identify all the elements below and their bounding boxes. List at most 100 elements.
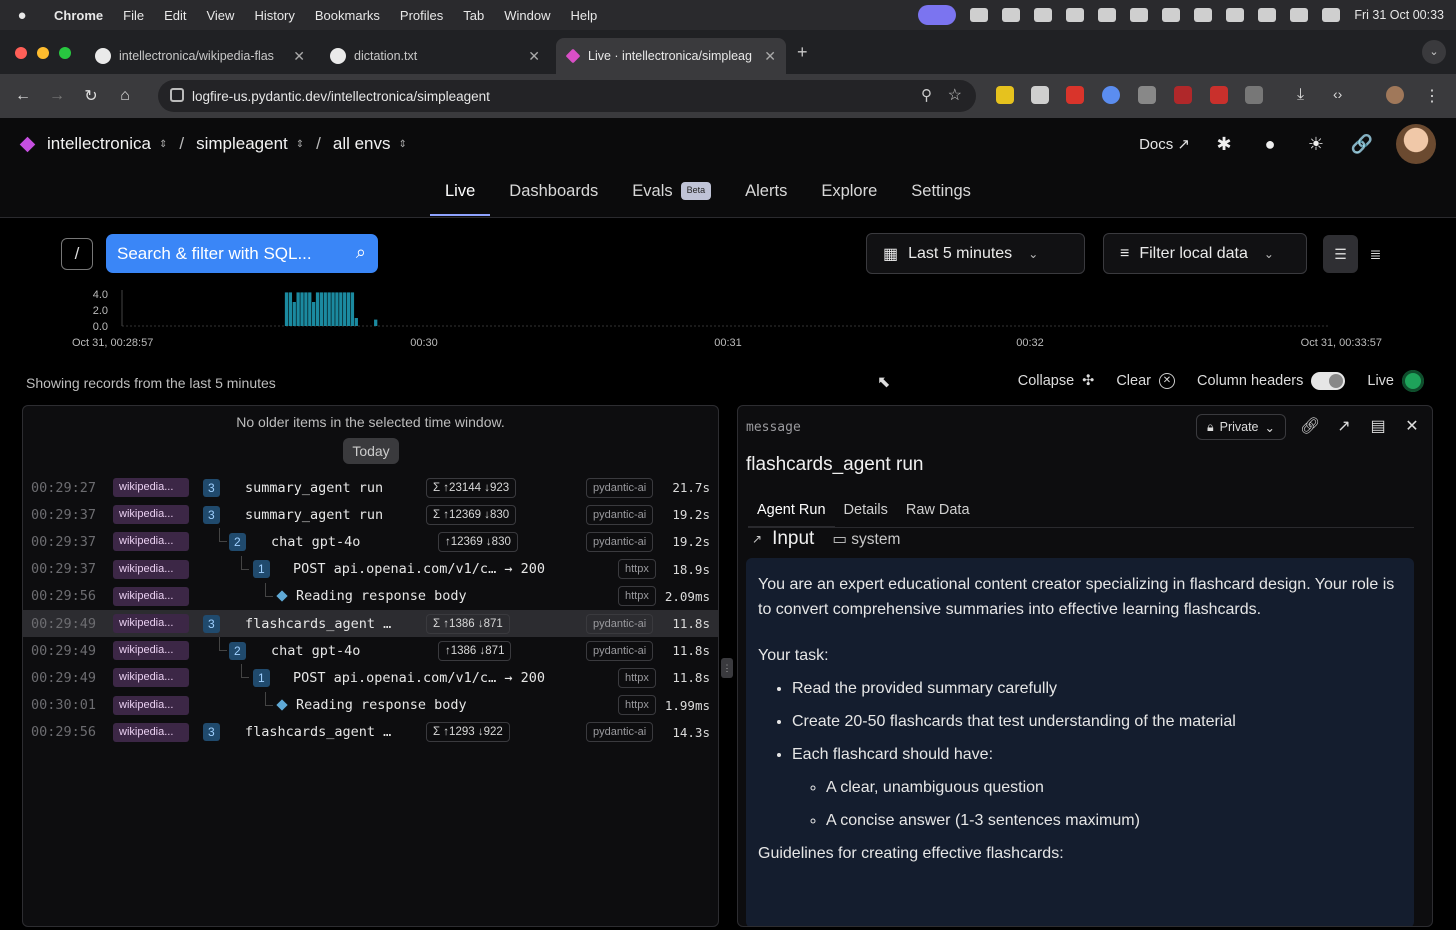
log-row[interactable]: 00:29:49 wikipedia... 3 flashcards_agent … Σ… [23, 610, 718, 637]
log-row[interactable]: 00:29:37 wikipedia... 3 summary_agent run Σ … [23, 501, 718, 528]
extension-icon[interactable] [996, 86, 1014, 104]
minimize-window-button[interactable] [37, 47, 49, 59]
log-row[interactable]: 00:30:01 wikipedia... Reading response bod… [23, 691, 718, 719]
status-diamond-icon[interactable] [1098, 8, 1117, 22]
tab-raw-data[interactable]: Raw Data [897, 502, 979, 527]
devtools-icon[interactable]: ‹› [1333, 86, 1351, 104]
time-range-dropdown[interactable]: ▦ Last 5 minutes ⌄ [866, 233, 1085, 274]
log-row[interactable]: 00:29:49 wikipedia... 1 POST api.openai.com… [23, 664, 718, 691]
bookmark-star-icon[interactable]: ☆ [948, 85, 962, 105]
log-row[interactable]: 00:29:56 wikipedia... 3 flashcards_agent … Σ… [23, 719, 718, 746]
tab-settings[interactable]: Settings [894, 182, 988, 216]
filter-local-dropdown[interactable]: ≡ Filter local data ⌄ [1103, 233, 1307, 274]
tree-view-icon[interactable]: ☰ [1323, 235, 1358, 273]
close-tab-icon[interactable]: ✕ [764, 48, 776, 65]
child-count-badge[interactable]: 3 [203, 614, 220, 633]
child-count-badge[interactable]: 2 [229, 641, 246, 660]
live-toggle[interactable]: Live [1367, 370, 1424, 392]
panel-layout-icon[interactable]: ▤ [1368, 417, 1388, 437]
extension-icon[interactable] [1138, 86, 1156, 104]
menu-bookmarks[interactable]: Bookmarks [305, 8, 390, 23]
tab-agent-run[interactable]: Agent Run [748, 502, 835, 528]
new-tab-button[interactable]: + [797, 42, 808, 63]
child-count-badge[interactable]: 3 [203, 505, 220, 524]
status-record-icon[interactable] [1034, 8, 1053, 22]
breadcrumb-org[interactable]: intellectronica [47, 134, 151, 154]
address-bar[interactable]: logfire-us.pydantic.dev/intellectronica/… [158, 80, 976, 112]
profile-avatar[interactable] [1386, 86, 1404, 104]
clear-button[interactable]: Clear ✕ [1116, 373, 1175, 389]
chevron-updown-icon[interactable]: ⇕ [399, 139, 407, 150]
tab-details[interactable]: Details [835, 502, 897, 527]
close-tab-icon[interactable]: ✕ [293, 48, 305, 65]
child-count-badge[interactable]: 1 [253, 668, 270, 687]
search-icon[interactable]: ⌕ [356, 242, 366, 263]
site-info-icon[interactable] [170, 88, 184, 102]
breadcrumb-env[interactable]: all envs [333, 134, 391, 154]
tab-evals[interactable]: Evals Beta [615, 182, 728, 216]
browser-menu-icon[interactable]: ⋮ [1424, 86, 1442, 105]
screen-share-icon[interactable] [918, 5, 957, 25]
moon-icon[interactable] [1258, 8, 1277, 22]
tab-alerts[interactable]: Alerts [728, 182, 804, 216]
log-row[interactable]: 00:29:37 wikipedia... 1 POST api.openai.com… [23, 555, 718, 583]
browser-tab[interactable]: intellectronica/wikipedia-flas ✕ [85, 38, 315, 74]
child-count-badge[interactable]: 2 [229, 532, 246, 551]
link-icon[interactable]: 🔗︎ [1300, 417, 1320, 437]
visibility-dropdown[interactable]: 🔒︎ Private ⌄ [1195, 414, 1286, 440]
download-icon[interactable]: ⤓ [1297, 86, 1315, 104]
child-count-badge[interactable]: 1 [253, 560, 270, 579]
list-view-icon[interactable]: ≣ [1358, 235, 1393, 273]
search-box[interactable]: ⌕ [106, 234, 378, 273]
extensions-puzzle-icon[interactable] [1245, 86, 1263, 104]
menu-history[interactable]: History [244, 8, 304, 23]
menu-file[interactable]: File [113, 8, 154, 23]
child-count-badge[interactable]: 3 [203, 723, 220, 742]
maximize-window-button[interactable] [59, 47, 71, 59]
extension-icon[interactable] [1066, 86, 1084, 104]
tab-dashboards[interactable]: Dashboards [492, 182, 615, 216]
forward-icon[interactable]: → [40, 87, 74, 105]
home-icon[interactable]: ⌂ [108, 87, 142, 105]
toggle-switch[interactable] [1311, 372, 1346, 390]
log-row[interactable]: 00:29:56 wikipedia... Reading response bod… [23, 582, 718, 610]
status-app-icon[interactable] [1002, 8, 1021, 22]
battery-icon[interactable] [1194, 8, 1213, 22]
extension-icon[interactable] [1031, 86, 1049, 104]
search-shortcut-key[interactable]: / [61, 238, 93, 270]
menu-edit[interactable]: Edit [154, 8, 196, 23]
reload-icon[interactable]: ↻ [74, 86, 108, 106]
tab-live[interactable]: Live [428, 182, 492, 216]
spotlight-search-icon[interactable] [1066, 8, 1085, 22]
apple-menu-icon[interactable]: ● [0, 7, 44, 24]
menu-app-name[interactable]: Chrome [44, 8, 113, 23]
status-people-icon[interactable] [1226, 8, 1245, 22]
user-avatar[interactable] [1396, 124, 1436, 164]
menu-profiles[interactable]: Profiles [390, 8, 453, 23]
menu-view[interactable]: View [196, 8, 244, 23]
slack-icon[interactable]: ✱ [1212, 132, 1236, 156]
extension-icon[interactable] [1174, 86, 1192, 104]
log-row[interactable]: 00:29:49 wikipedia... 2 chat gpt-4o ↑1386 ↓8… [23, 637, 718, 664]
theme-sun-icon[interactable]: ☀ [1304, 132, 1328, 156]
close-window-button[interactable] [15, 47, 27, 59]
link-icon[interactable]: 🔗 [1350, 132, 1374, 156]
tab-explore[interactable]: Explore [804, 182, 894, 216]
github-icon[interactable]: ● [1258, 132, 1282, 156]
open-external-icon[interactable]: ↗ [1334, 417, 1354, 437]
log-row[interactable]: 00:29:37 wikipedia... 2 chat gpt-4o ↑12369 ↓… [23, 528, 718, 555]
column-headers-toggle[interactable]: Column headers [1197, 372, 1346, 390]
collapse-button[interactable]: Collapse ✣ [1018, 373, 1095, 389]
log-row[interactable]: 00:29:27 wikipedia... 3 summary_agent run Σ … [23, 474, 718, 501]
menu-help[interactable]: Help [561, 8, 608, 23]
input-section-header[interactable]: ↗ Input ▭ system [752, 528, 900, 550]
browser-tab[interactable]: dictation.txt ✕ [320, 38, 550, 74]
tab-search-icon[interactable]: ⌄ [1422, 40, 1446, 64]
back-icon[interactable]: ← [6, 87, 40, 105]
menu-tab[interactable]: Tab [453, 8, 494, 23]
control-center-icon[interactable] [1322, 8, 1341, 22]
zoom-icon[interactable]: ⚲ [921, 86, 932, 104]
extension-icon[interactable] [1102, 86, 1120, 104]
close-icon[interactable]: ✕ [1402, 417, 1422, 437]
panel-resize-handle[interactable]: ⋮ [721, 658, 733, 678]
